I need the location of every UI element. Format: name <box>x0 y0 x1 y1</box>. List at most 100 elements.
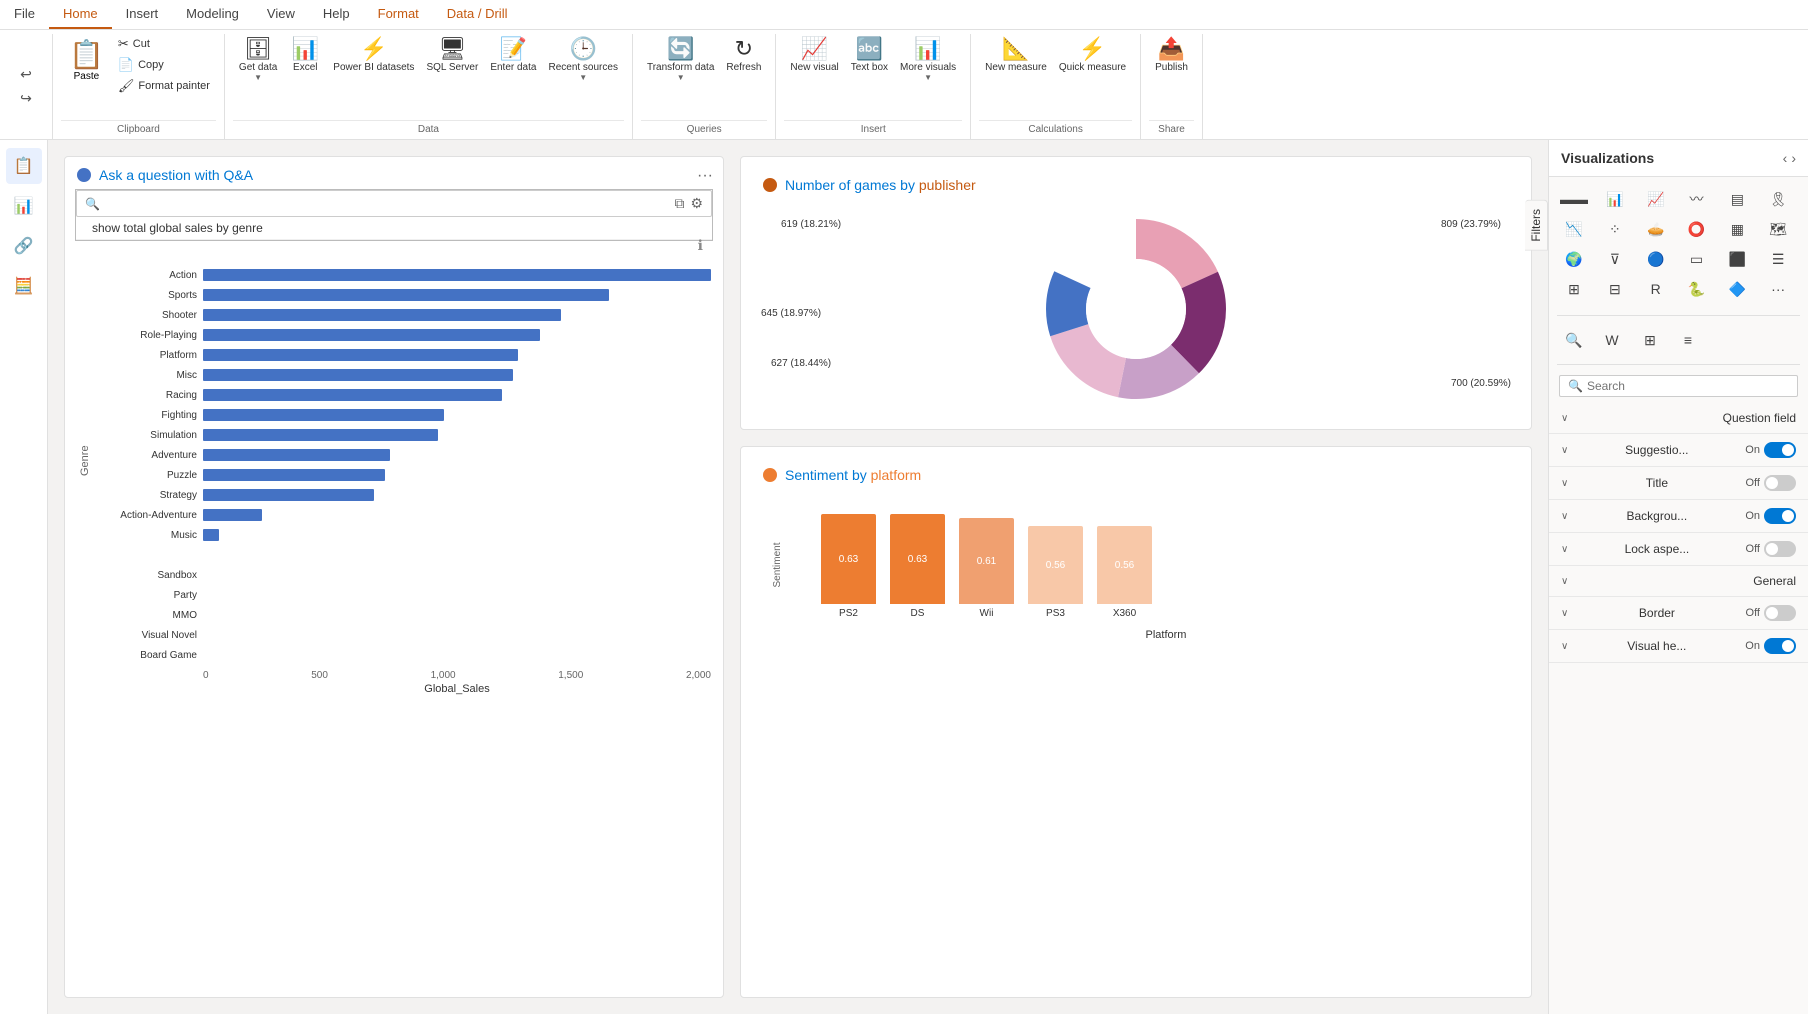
tab-help[interactable]: Help <box>309 0 364 29</box>
quick-measure-button[interactable]: ⚡ Quick measure <box>1053 34 1132 77</box>
border-toggle-track[interactable] <box>1764 605 1796 621</box>
tab-data-drill[interactable]: Data / Drill <box>433 0 522 29</box>
section-lock-aspect-header[interactable]: ∨ Lock aspe... Off <box>1549 533 1808 565</box>
viz-matrix[interactable]: ⊟ <box>1598 275 1632 303</box>
new-measure-button[interactable]: 📐 New measure <box>979 34 1053 77</box>
nav-data[interactable]: 📊 <box>6 188 42 224</box>
section-background-header[interactable]: ∨ Backgrou... On <box>1549 500 1808 532</box>
suggestions-label: Suggestio... <box>1625 443 1688 457</box>
title-toggle-track[interactable] <box>1764 475 1796 491</box>
viz-treemap[interactable]: ▦ <box>1720 215 1754 243</box>
excel-button[interactable]: 📊 Excel <box>283 34 327 77</box>
viz-scatter[interactable]: ⁘ <box>1598 215 1632 243</box>
viz-fields-icon[interactable]: ≡ <box>1671 326 1705 354</box>
bar-track <box>203 329 711 341</box>
tab-modeling[interactable]: Modeling <box>172 0 253 29</box>
viz-python[interactable]: 🐍 <box>1679 275 1713 303</box>
nav-dax[interactable]: 🧮 <box>6 268 42 304</box>
sidebar-back-arrow[interactable]: ‹ <box>1783 150 1788 166</box>
viz-ribbon[interactable]: 🎗 <box>1761 185 1795 213</box>
new-visual-button[interactable]: 📈 New visual <box>784 34 844 77</box>
viz-funnel[interactable]: ⊽ <box>1598 245 1632 273</box>
viz-gauge[interactable]: 🔵 <box>1639 245 1673 273</box>
viz-search-icon[interactable]: 🔍 <box>1557 326 1591 354</box>
question-field-label: Question field <box>1723 411 1796 425</box>
section-question-field-header[interactable]: ∨ Question field <box>1549 403 1808 433</box>
viz-r-script[interactable]: R <box>1639 275 1673 303</box>
viz-map[interactable]: 🗺 <box>1761 215 1795 243</box>
queries-label: Queries <box>641 120 767 139</box>
format-painter-button[interactable]: 🖌 Format painter <box>112 76 216 96</box>
enter-data-button[interactable]: 📝 Enter data <box>484 34 542 77</box>
visual-header-toggle-track[interactable] <box>1764 638 1796 654</box>
transform-data-button[interactable]: 🔄 Transform data ▼ <box>641 34 720 86</box>
viz-filled-map[interactable]: 🌍 <box>1557 245 1591 273</box>
visual-header-toggle[interactable]: On <box>1745 638 1796 654</box>
undo-button[interactable]: ↩ <box>12 64 40 86</box>
viz-donut[interactable]: ⭕ <box>1679 215 1713 243</box>
section-border-header[interactable]: ∨ Border Off <box>1549 597 1808 629</box>
nav-model[interactable]: 🔗 <box>6 228 42 264</box>
redo-button[interactable]: ↪ <box>12 88 40 110</box>
nav-report[interactable]: 📋 <box>6 148 42 184</box>
viz-analytics-icon[interactable]: ⊞ <box>1633 326 1667 354</box>
text-box-button[interactable]: 🔤 Text box <box>845 34 894 77</box>
background-toggle[interactable]: On <box>1745 508 1796 524</box>
sidebar-search-input[interactable] <box>1587 379 1789 393</box>
viz-line-area[interactable]: 📉 <box>1557 215 1591 243</box>
tab-home[interactable]: Home <box>49 0 112 29</box>
suggestions-chevron: ∨ <box>1561 445 1568 456</box>
section-general-header[interactable]: ∨ General <box>1549 566 1808 596</box>
viz-column-chart[interactable]: 📊 <box>1598 185 1632 213</box>
section-title-header[interactable]: ∨ Title Off <box>1549 467 1808 499</box>
qa-card-menu[interactable]: ··· <box>697 167 713 185</box>
filters-tab[interactable]: Filters <box>1525 200 1548 251</box>
viz-stacked-bar[interactable]: ▤ <box>1720 185 1754 213</box>
tab-view[interactable]: View <box>253 0 309 29</box>
viz-line-chart[interactable]: 📈 <box>1639 185 1673 213</box>
power-bi-datasets-button[interactable]: ⚡ Power BI datasets <box>327 34 420 77</box>
viz-table[interactable]: ⊞ <box>1557 275 1591 303</box>
paste-button[interactable]: 📋 Paste <box>61 34 112 86</box>
section-visual-header-header[interactable]: ∨ Visual he... On <box>1549 630 1808 662</box>
viz-azure-map[interactable]: 🔷 <box>1720 275 1754 303</box>
tab-file[interactable]: File <box>0 0 49 29</box>
background-toggle-track[interactable] <box>1764 508 1796 524</box>
power-bi-icon: ⚡ <box>360 38 387 60</box>
get-data-icon: 🗄 <box>244 38 272 60</box>
get-data-button[interactable]: 🗄 Get data ▼ <box>233 34 283 86</box>
bar-track <box>203 369 711 381</box>
bar-row: Shooter <box>93 306 711 324</box>
lock-aspect-toggle[interactable]: Off <box>1746 541 1796 557</box>
suggestions-toggle[interactable]: On <box>1745 442 1796 458</box>
publish-button[interactable]: 📤 Publish <box>1149 34 1194 77</box>
copy-button[interactable]: 📄 Copy <box>112 55 216 75</box>
viz-card[interactable]: ▭ <box>1679 245 1713 273</box>
lock-aspect-toggle-track[interactable] <box>1764 541 1796 557</box>
viz-area-chart[interactable]: 〰 <box>1679 185 1713 213</box>
tab-format[interactable]: Format <box>364 0 433 29</box>
border-toggle[interactable]: Off <box>1746 605 1796 621</box>
viz-format-icon[interactable]: W <box>1595 326 1629 354</box>
qa-settings-action[interactable]: ⚙ <box>690 195 703 212</box>
sidebar-forward-arrow[interactable]: › <box>1791 150 1796 166</box>
qa-input-field[interactable]: show total global sales by genre <box>106 197 666 211</box>
background-toggle-thumb <box>1782 510 1794 522</box>
viz-pie[interactable]: 🥧 <box>1639 215 1673 243</box>
viz-bar-chart[interactable]: ▬▬ <box>1557 185 1591 213</box>
qa-info-button[interactable]: ℹ <box>57 237 715 254</box>
sql-button[interactable]: 🖥 SQL Server <box>420 34 484 77</box>
more-visuals-button[interactable]: 📊 More visuals ▼ <box>894 34 962 86</box>
viz-slicer[interactable]: ☰ <box>1761 245 1795 273</box>
title-toggle[interactable]: Off <box>1746 475 1796 491</box>
recent-sources-button[interactable]: 🕒 Recent sources ▼ <box>542 34 623 86</box>
refresh-button[interactable]: ↻ Refresh <box>720 34 767 77</box>
section-suggestions-header[interactable]: ∨ Suggestio... On <box>1549 434 1808 466</box>
viz-kpi[interactable]: ⬛ <box>1720 245 1754 273</box>
suggestions-toggle-track[interactable] <box>1764 442 1796 458</box>
qa-copy-action[interactable]: ⧉ <box>674 195 684 212</box>
viz-more[interactable]: ··· <box>1761 275 1795 303</box>
get-data-label: Get data <box>239 62 277 73</box>
cut-button[interactable]: ✂ Cut <box>112 34 216 54</box>
tab-insert[interactable]: Insert <box>112 0 173 29</box>
